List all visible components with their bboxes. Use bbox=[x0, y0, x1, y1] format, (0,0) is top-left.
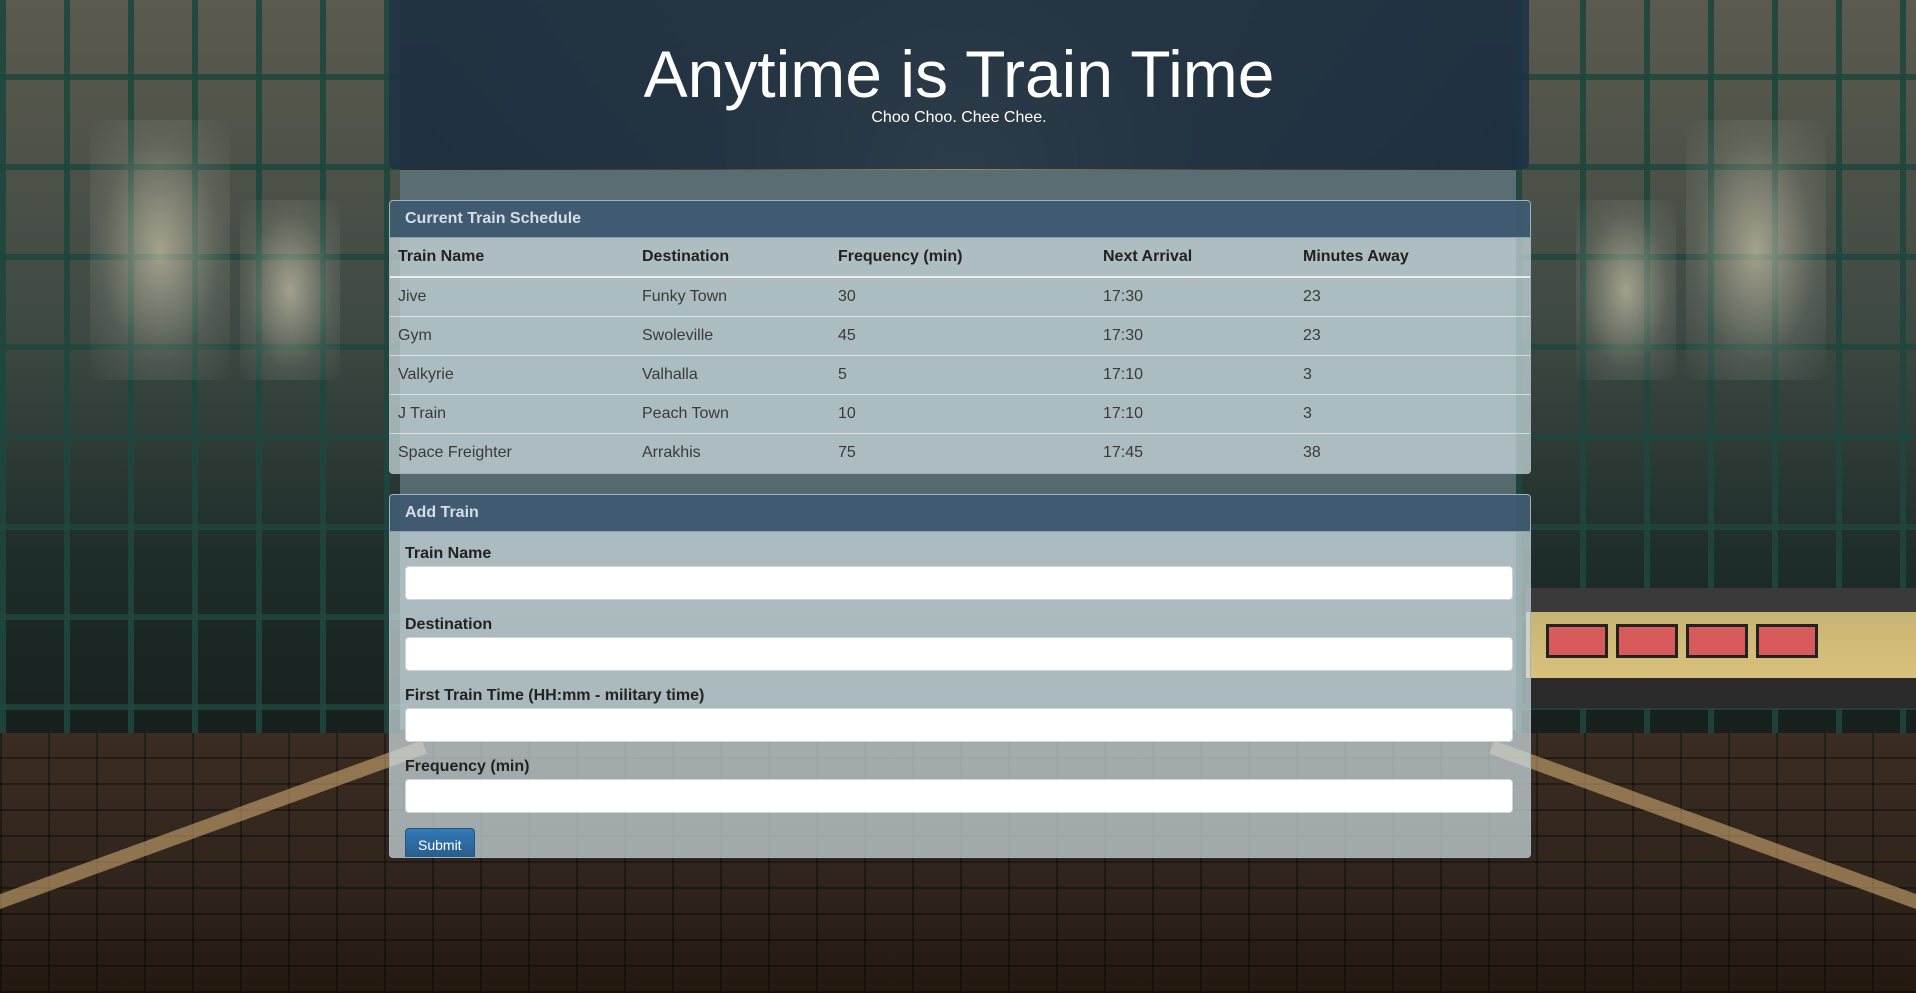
first-train-time-input[interactable] bbox=[405, 708, 1513, 742]
first-train-time-label: First Train Time (HH:mm - military time) bbox=[405, 687, 705, 704]
add-train-panel-heading: Add Train bbox=[390, 495, 1530, 532]
cell-train-name: Jive bbox=[390, 276, 634, 317]
submit-button[interactable]: Submit bbox=[405, 828, 475, 857]
cell-destination: Peach Town bbox=[634, 394, 830, 434]
table-row: Space Freighter Arrakhis 75 17:45 38 bbox=[390, 433, 1530, 472]
train-name-group: Train Name bbox=[405, 544, 1515, 600]
cell-next-arrival: 17:30 bbox=[1095, 316, 1295, 356]
first-train-time-group: First Train Time (HH:mm - military time) bbox=[405, 686, 1515, 742]
cell-train-name: J Train bbox=[390, 394, 634, 434]
cell-minutes-away: 38 bbox=[1295, 433, 1530, 472]
page-subtitle: Choo Choo. Chee Chee. bbox=[871, 109, 1047, 126]
page-title: Anytime is Train Time bbox=[643, 37, 1275, 111]
cell-minutes-away: 23 bbox=[1295, 316, 1530, 356]
table-row: Gym Swoleville 45 17:30 23 bbox=[390, 316, 1530, 356]
table-row: Jive Funky Town 30 17:30 23 bbox=[390, 276, 1530, 317]
cell-train-name: Valkyrie bbox=[390, 355, 634, 395]
cell-frequency: 75 bbox=[830, 433, 1095, 472]
table-header-row: Train Name Destination Frequency (min) N… bbox=[390, 238, 1530, 278]
table-row: J Train Peach Town 10 17:10 3 bbox=[390, 394, 1530, 434]
cell-destination: Valhalla bbox=[634, 355, 830, 395]
cell-destination: Swoleville bbox=[634, 316, 830, 356]
train-schedule-table: Train Name Destination Frequency (min) N… bbox=[390, 238, 1530, 472]
cell-destination: Funky Town bbox=[634, 276, 830, 317]
column-header-frequency: Frequency (min) bbox=[830, 238, 1095, 278]
destination-group: Destination bbox=[405, 615, 1515, 671]
cell-minutes-away: 3 bbox=[1295, 394, 1530, 434]
cell-train-name: Space Freighter bbox=[390, 433, 634, 472]
cell-frequency: 30 bbox=[830, 276, 1095, 317]
column-header-train-name: Train Name bbox=[390, 238, 634, 278]
cell-frequency: 10 bbox=[830, 394, 1095, 434]
frequency-label: Frequency (min) bbox=[405, 758, 530, 775]
table-row: Valkyrie Valhalla 5 17:10 3 bbox=[390, 355, 1530, 395]
destination-input[interactable] bbox=[405, 637, 1513, 671]
cell-minutes-away: 23 bbox=[1295, 276, 1530, 317]
cell-next-arrival: 17:30 bbox=[1095, 276, 1295, 317]
frequency-input[interactable] bbox=[405, 779, 1513, 813]
column-header-minutes-away: Minutes Away bbox=[1295, 238, 1530, 278]
frequency-group: Frequency (min) bbox=[405, 757, 1515, 813]
cell-next-arrival: 17:10 bbox=[1095, 355, 1295, 395]
cell-destination: Arrakhis bbox=[634, 433, 830, 472]
cell-frequency: 45 bbox=[830, 316, 1095, 356]
schedule-panel-heading: Current Train Schedule bbox=[390, 201, 1530, 238]
train-name-label: Train Name bbox=[405, 545, 492, 562]
column-header-destination: Destination bbox=[634, 238, 830, 278]
add-train-panel: Add Train Train Name Destination First T… bbox=[389, 494, 1531, 858]
train-schedule-panel: Current Train Schedule Train Name Destin… bbox=[389, 200, 1531, 474]
page-header: Anytime is Train Time Choo Choo. Chee Ch… bbox=[389, 0, 1529, 169]
cell-next-arrival: 17:45 bbox=[1095, 433, 1295, 472]
cell-frequency: 5 bbox=[830, 355, 1095, 395]
add-train-form: Train Name Destination First Train Time … bbox=[390, 532, 1530, 857]
cell-train-name: Gym bbox=[390, 316, 634, 356]
destination-label: Destination bbox=[405, 616, 493, 633]
train-name-input[interactable] bbox=[405, 566, 1513, 600]
cell-minutes-away: 3 bbox=[1295, 355, 1530, 395]
cell-next-arrival: 17:10 bbox=[1095, 394, 1295, 434]
column-header-next-arrival: Next Arrival bbox=[1095, 238, 1295, 278]
